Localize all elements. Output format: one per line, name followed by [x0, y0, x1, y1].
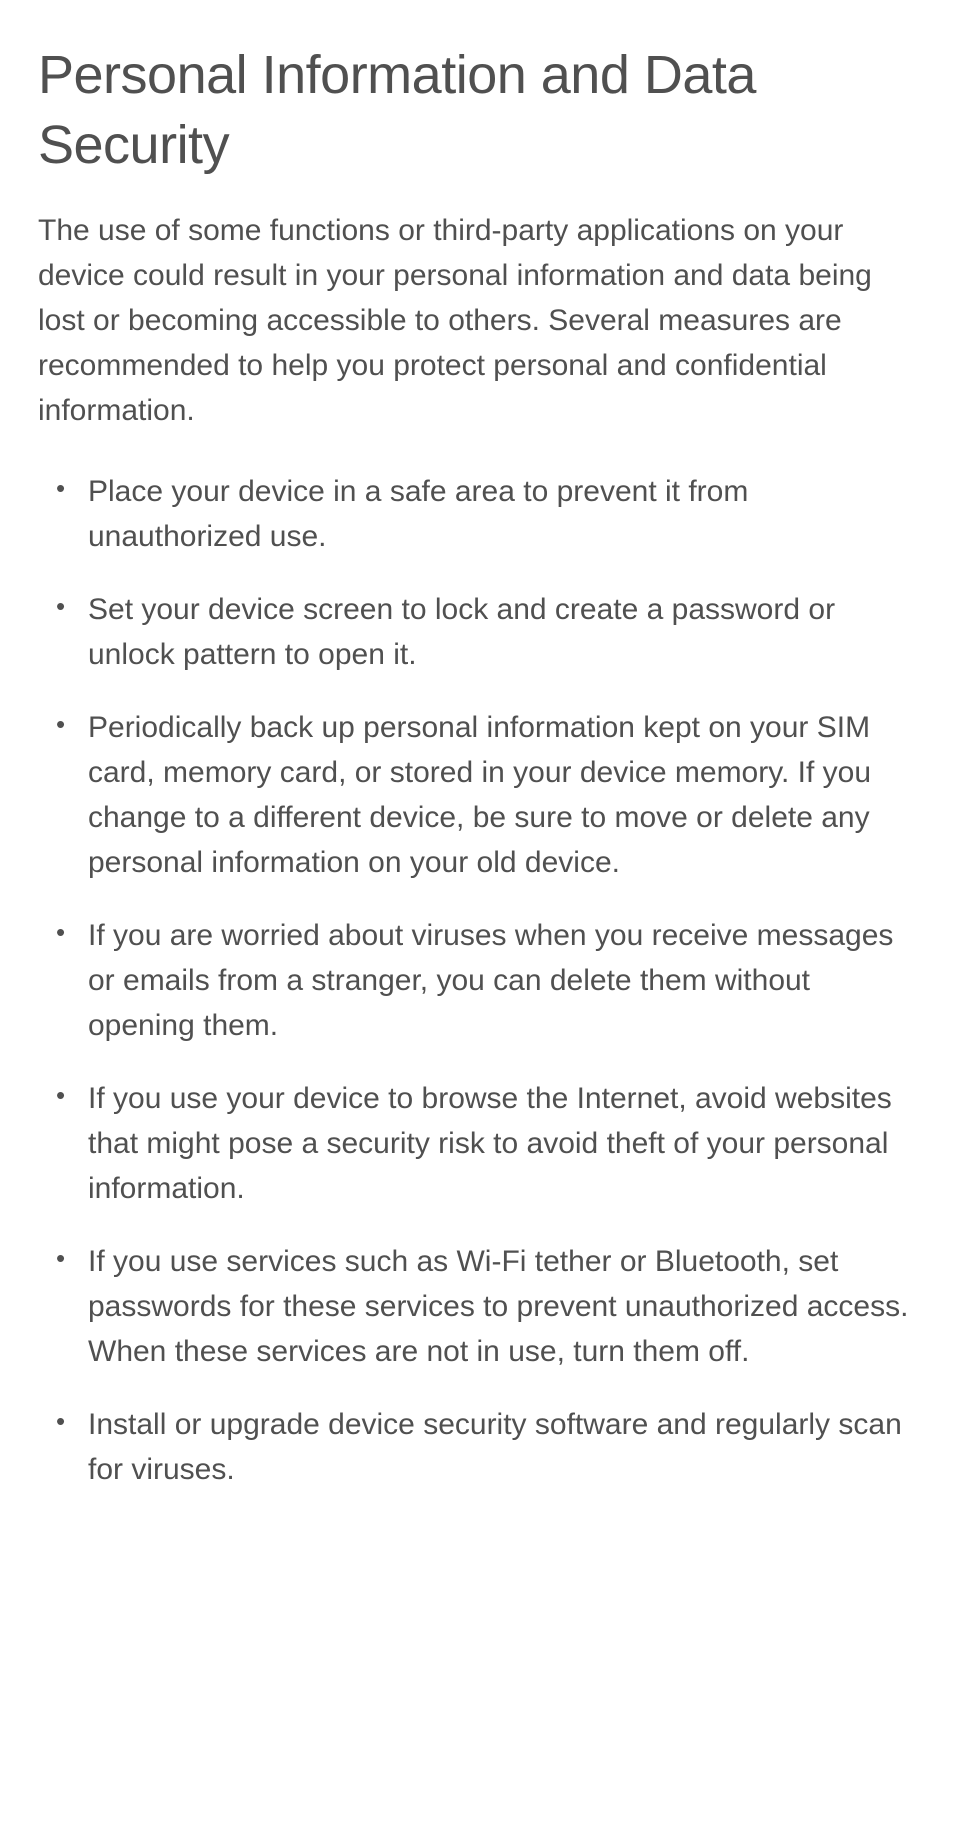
list-item: If you are worried about viruses when yo…	[60, 913, 916, 1048]
list-item: Install or upgrade device security softw…	[60, 1402, 916, 1492]
list-item: If you use services such as Wi-Fi tether…	[60, 1239, 916, 1374]
list-item: Place your device in a safe area to prev…	[60, 469, 916, 559]
list-item: If you use your device to browse the Int…	[60, 1076, 916, 1211]
list-item: Periodically back up personal informatio…	[60, 705, 916, 885]
list-item: Set your device screen to lock and creat…	[60, 587, 916, 677]
intro-paragraph: The use of some functions or third-party…	[38, 208, 916, 433]
recommendations-list: Place your device in a safe area to prev…	[38, 469, 916, 1492]
page-title: Personal Information and Data Security	[38, 40, 916, 180]
